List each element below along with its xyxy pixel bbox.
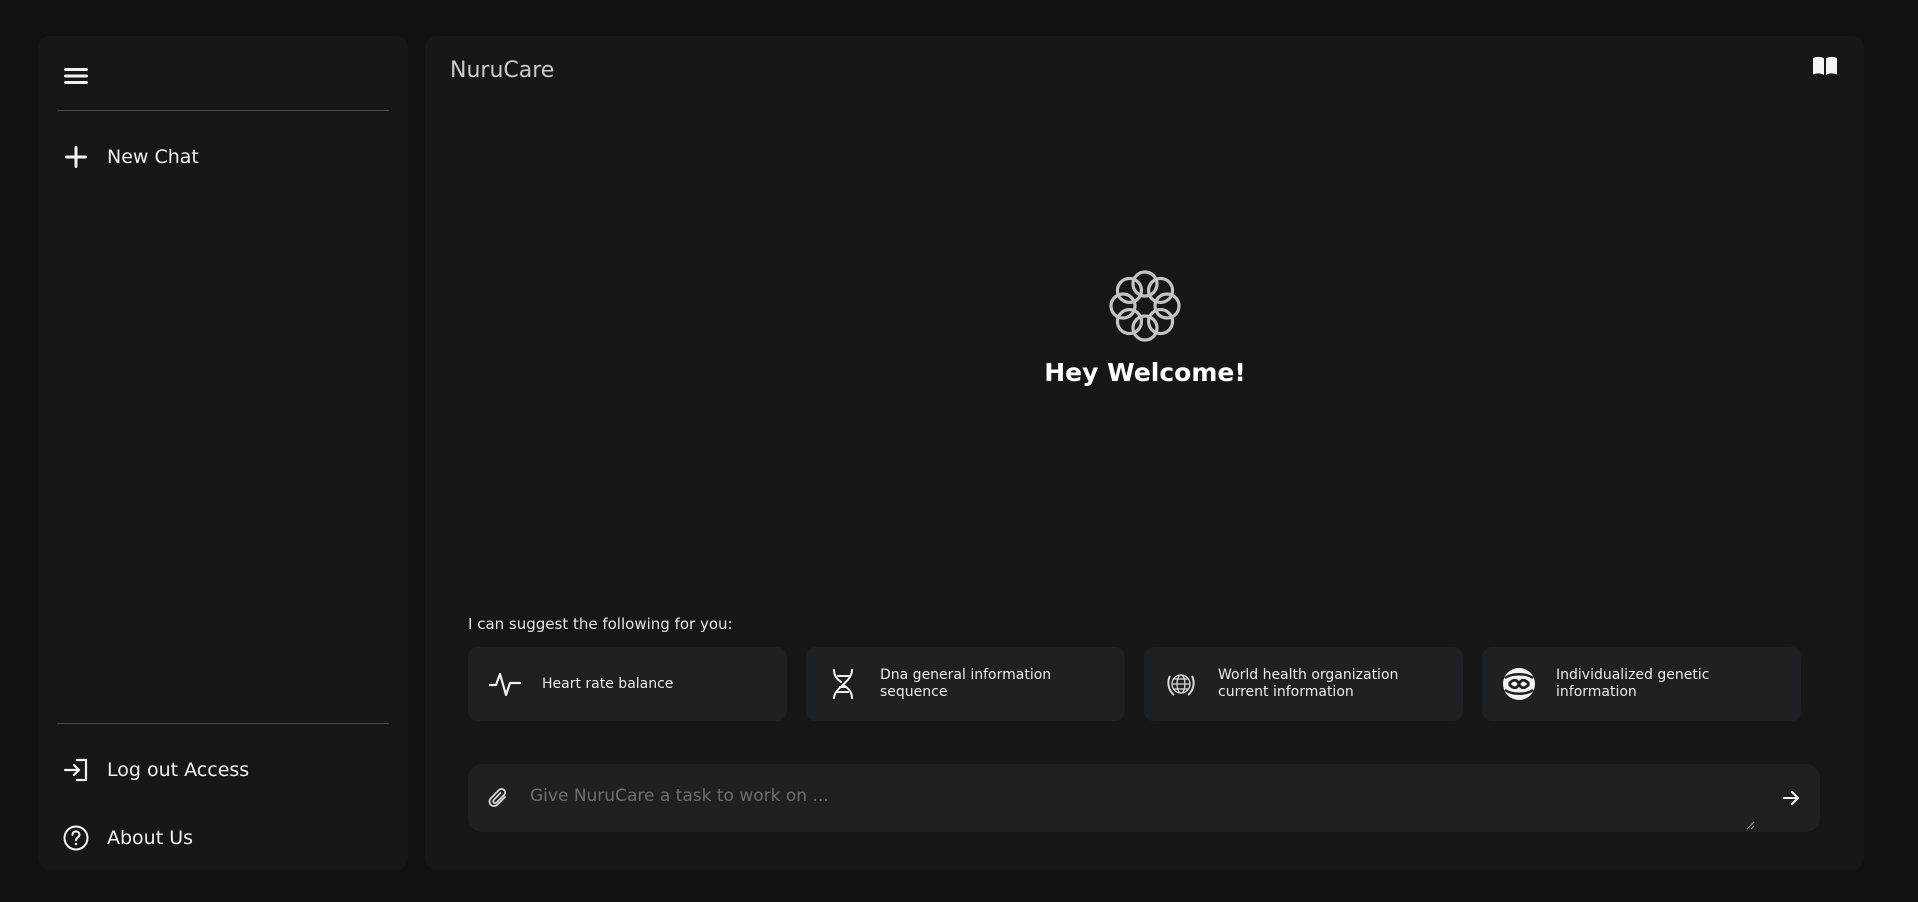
resize-grip-icon[interactable] — [1745, 815, 1755, 830]
sidebar-top-divider — [57, 110, 389, 111]
book-icon[interactable] — [1811, 55, 1839, 77]
send-arrow-icon[interactable] — [1780, 787, 1802, 809]
suggestion-label: Dna general information sequence — [880, 667, 1052, 700]
suggestions-label: I can suggest the following for you: — [468, 615, 733, 633]
genetic-icon — [1502, 667, 1536, 701]
hamburger-menu-icon[interactable] — [62, 64, 90, 88]
suggestion-label: Individualized genetic information — [1556, 667, 1710, 700]
suggestion-card-genetic[interactable]: Individualized genetic information — [1482, 647, 1801, 721]
dna-icon — [826, 667, 860, 701]
login-arrow-icon — [62, 756, 90, 784]
main-panel — [425, 36, 1864, 870]
heart-rate-icon — [488, 667, 522, 701]
suggestion-card-who[interactable]: World health organization current inform… — [1144, 647, 1463, 721]
nurucare-logo-icon — [1105, 266, 1185, 346]
app-title: NuruCare — [450, 58, 555, 83]
sidebar-bottom-divider — [57, 723, 389, 724]
welcome-heading: Hey Welcome! — [1044, 358, 1246, 387]
help-circle-icon — [62, 824, 90, 852]
un-emblem-icon — [1164, 667, 1198, 701]
suggestion-card-heart-rate[interactable]: Heart rate balance — [468, 647, 787, 721]
logout-button[interactable]: Log out Access — [62, 754, 249, 786]
plus-icon — [62, 143, 90, 171]
task-input[interactable] — [528, 780, 1758, 826]
new-chat-label: New Chat — [107, 146, 199, 168]
suggestion-label: Heart rate balance — [542, 675, 674, 692]
about-us-label: About Us — [107, 827, 194, 849]
about-us-button[interactable]: About Us — [62, 822, 193, 854]
new-chat-button[interactable]: New Chat — [62, 141, 199, 173]
paperclip-icon[interactable] — [487, 786, 509, 810]
suggestion-card-dna[interactable]: Dna general information sequence — [806, 647, 1125, 721]
suggestion-label: World health organization current inform… — [1218, 667, 1399, 700]
logout-label: Log out Access — [107, 759, 250, 781]
